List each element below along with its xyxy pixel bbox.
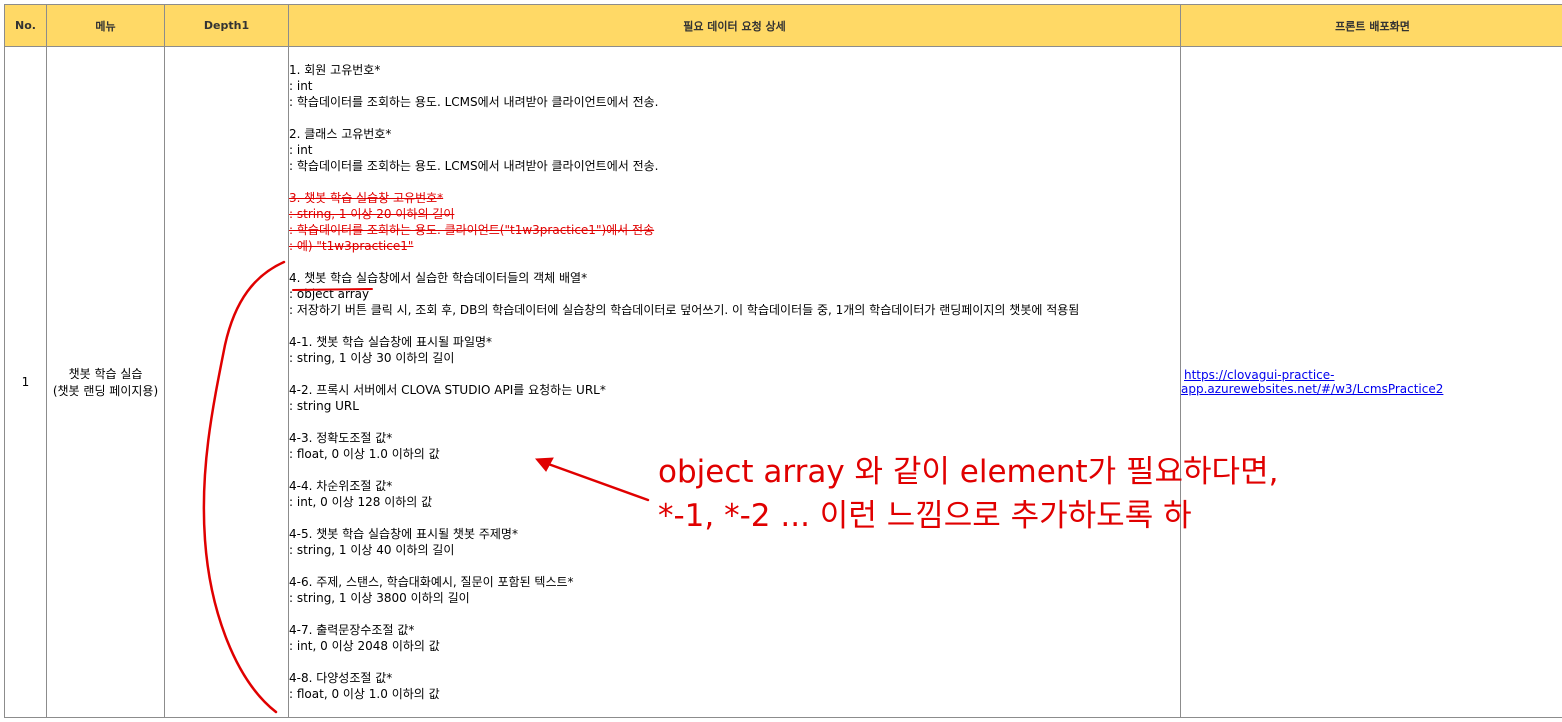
annotation-note: object array 와 같이 element가 필요하다면, *-1, *… (658, 450, 1278, 538)
sub-title: 4-7. 출력문장수조절 값* (289, 623, 415, 637)
item-type: : int (289, 143, 313, 157)
menu-line2: (챗봇 랜딩 페이지용) (52, 384, 159, 398)
detail-sub-2: 4-2. 프록시 서버에서 CLOVA STUDIO API를 요청하는 URL… (289, 382, 1180, 414)
detail-sub-1: 4-1. 챗봇 학습 실습창에 표시될 파일명* : string, 1 이상 … (289, 334, 1180, 366)
item-desc: : 학습데이터를 조회하는 용도. LCMS에서 내려받아 클라이언트에서 전송… (289, 159, 659, 173)
sub-title: 4-6. 주제, 스탠스, 학습대화예시, 질문이 포함된 텍스트* (289, 575, 574, 589)
header-detail[interactable]: 필요 데이터 요청 상세 (288, 4, 1181, 47)
detail-sub-6: 4-6. 주제, 스탠스, 학습대화예시, 질문이 포함된 텍스트* : str… (289, 574, 1180, 606)
cell-detail[interactable]: 1. 회원 고유번호* : int : 학습데이터를 조회하는 용도. LCMS… (288, 46, 1181, 718)
front-deploy-link[interactable]: https://clovagui-practice-app.azurewebsi… (1182, 368, 1444, 396)
cell-no[interactable]: 1 (4, 46, 47, 718)
item-title: 2. 클래스 고유번호* (289, 127, 392, 141)
header-no[interactable]: No. (4, 4, 47, 47)
sub-type: : int, 0 이상 2048 이하의 값 (289, 639, 440, 653)
detail-item-2: 2. 클래스 고유번호* : int : 학습데이터를 조회하는 용도. LCM… (289, 126, 1180, 174)
annotation-line-2: *-1, *-2 ... 이런 느낌으로 추가하도록 하 (658, 498, 1192, 534)
requirements-table: No. 메뉴 Depth1 필요 데이터 요청 상세 프론트 배포화면 1 챗봇… (4, 4, 1562, 718)
header-menu[interactable]: 메뉴 (46, 4, 165, 47)
sub-title: 4-1. 챗봇 학습 실습창에 표시될 파일명* (289, 335, 493, 349)
item-desc: : 학습데이터를 조회하는 용도. LCMS에서 내려받아 클라이언트에서 전송… (289, 95, 659, 109)
cell-depth1[interactable] (164, 46, 289, 718)
detail-item-4: 4. 챗봇 학습 실습창에서 실습한 학습데이터들의 객체 배열* : obje… (289, 270, 1180, 318)
item-title: 1. 회원 고유번호* (289, 63, 381, 77)
annotation-line-1: object array 와 같이 element가 필요하다면, (658, 454, 1279, 490)
cell-front[interactable]: https://clovagui-practice-app.azurewebsi… (1180, 46, 1562, 718)
sub-type: : string, 1 이상 40 이하의 길이 (289, 543, 455, 557)
spreadsheet: No. 메뉴 Depth1 필요 데이터 요청 상세 프론트 배포화면 1 챗봇… (0, 0, 1562, 722)
header-row: No. 메뉴 Depth1 필요 데이터 요청 상세 프론트 배포화면 (4, 4, 1562, 47)
sub-title: 4-2. 프록시 서버에서 CLOVA STUDIO API를 요청하는 URL… (289, 383, 606, 397)
menu-line1: 챗봇 학습 실습 (68, 367, 143, 381)
sub-title: 4-8. 다양성조절 값* (289, 671, 393, 685)
item-type: : int (289, 79, 313, 93)
item-title: 4. 챗봇 학습 실습창에서 실습한 학습데이터들의 객체 배열* (289, 271, 588, 285)
header-depth1[interactable]: Depth1 (164, 4, 289, 47)
cell-menu[interactable]: 챗봇 학습 실습 (챗봇 랜딩 페이지용) (46, 46, 165, 718)
detail-item-1: 1. 회원 고유번호* : int : 학습데이터를 조회하는 용도. LCMS… (289, 62, 1180, 110)
header-front[interactable]: 프론트 배포화면 (1180, 4, 1562, 47)
sub-type: : float, 0 이상 1.0 이하의 값 (289, 687, 440, 701)
detail-item-3-struck: 3. 챗봇 학습 실습창 고유번호* : string, 1 이상 20 이하의… (289, 190, 1180, 254)
item-type: : string, 1 이상 20 이하의 길이 (289, 207, 455, 221)
sub-type: : string, 1 이상 30 이하의 길이 (289, 351, 455, 365)
item-example: : 예) "t1w3practice1" (289, 239, 414, 253)
sub-title: 4-3. 정확도조절 값* (289, 431, 393, 445)
detail-sub-7: 4-7. 출력문장수조절 값* : int, 0 이상 2048 이하의 값 (289, 622, 1180, 654)
table-row: 1 챗봇 학습 실습 (챗봇 랜딩 페이지용) 1. 회원 고유번호* : in… (4, 46, 1562, 718)
item-title: 3. 챗봇 학습 실습창 고유번호* (289, 191, 444, 205)
item-type: : object array (289, 287, 370, 301)
sub-type: : string URL (289, 399, 359, 413)
detail-sub-8: 4-8. 다양성조절 값* : float, 0 이상 1.0 이하의 값 (289, 670, 1180, 702)
item-desc: : 저장하기 버튼 클릭 시, 조회 후, DB의 학습데이터에 실습창의 학습… (289, 303, 1080, 317)
sub-type: : string, 1 이상 3800 이하의 길이 (289, 591, 470, 605)
item-desc: : 학습데이터를 조회하는 용도. 클라이언트("t1w3practice1")… (289, 223, 655, 237)
